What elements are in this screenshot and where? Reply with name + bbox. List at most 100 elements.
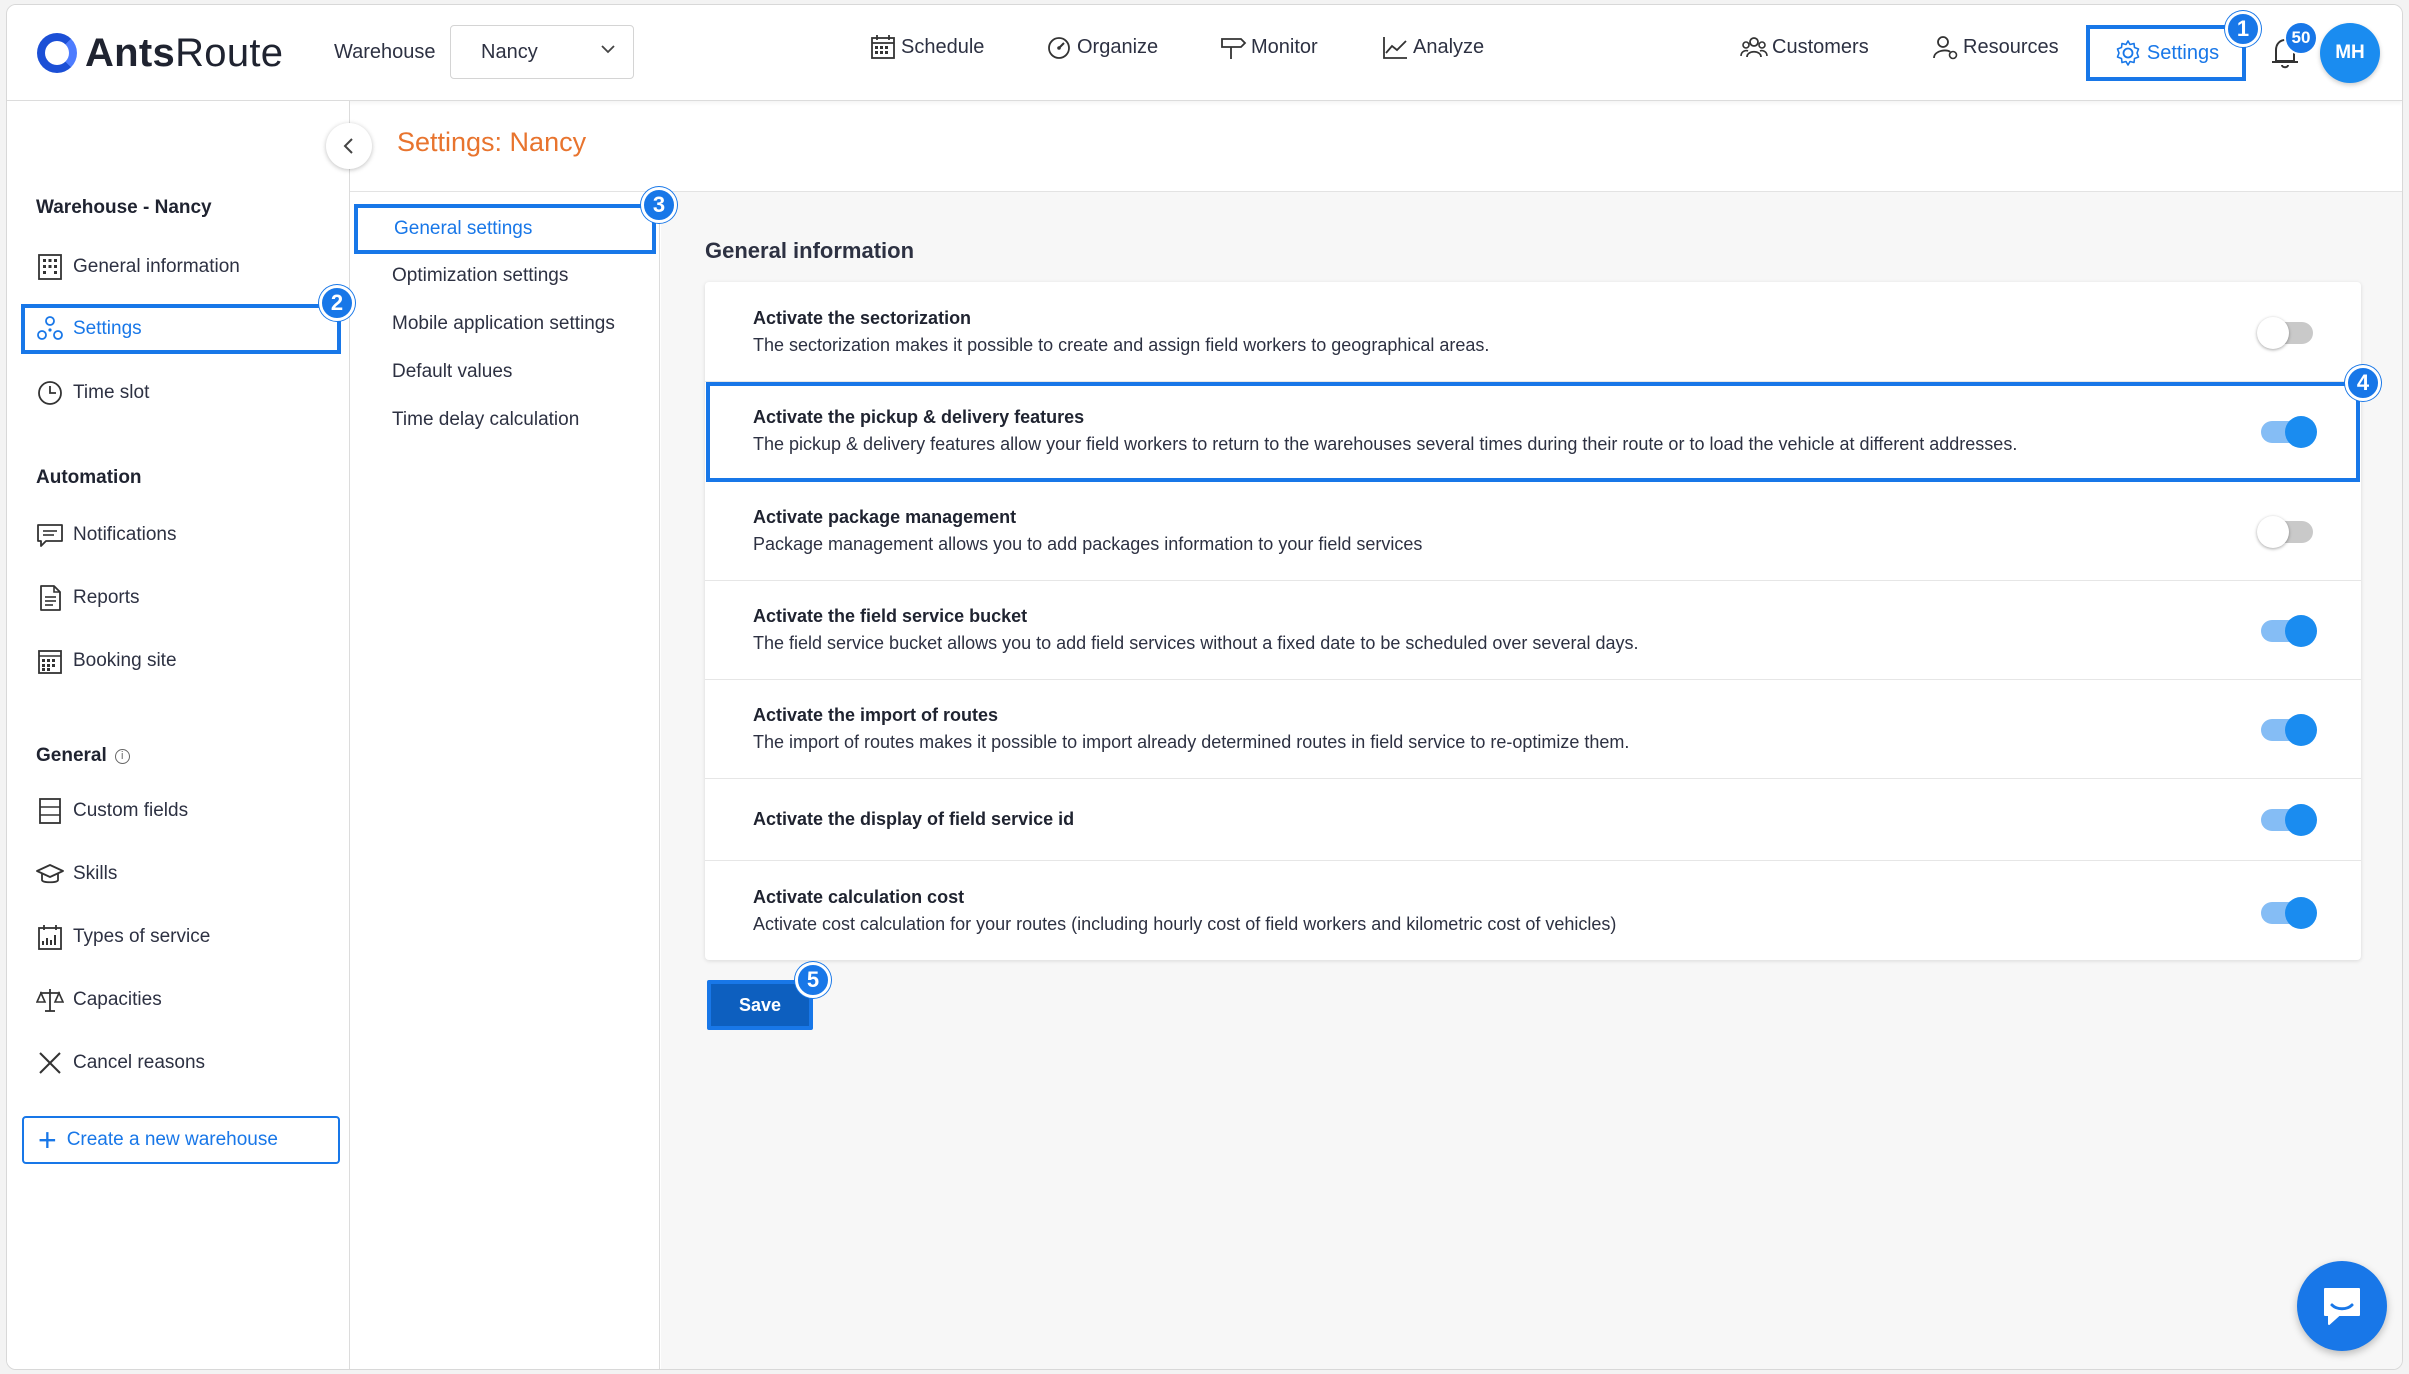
toggle-import-routes[interactable] [2261, 714, 2317, 746]
tab-optimization-settings[interactable]: Optimization settings [392, 265, 568, 287]
setting-title: Activate the field service bucket [753, 606, 1028, 626]
setting-title: Activate the import of routes [753, 705, 999, 725]
chevron-left-icon [343, 138, 353, 154]
graduation-cap-icon [35, 859, 65, 889]
step-marker-1: 1 [2225, 11, 2261, 47]
nav-settings[interactable]: Settings [2086, 25, 2246, 81]
warehouse-select-value: Nancy [481, 40, 538, 63]
setting-title: Activate calculation cost [753, 887, 965, 907]
setting-row-field-service-id: Activate the display of field service id [705, 779, 2361, 861]
tab-time-delay-calculation[interactable]: Time delay calculation [392, 409, 579, 431]
setting-title: Activate package management [753, 507, 1017, 527]
service-types-icon [35, 922, 65, 952]
setting-description: The pickup & delivery features allow you… [753, 434, 2018, 454]
setting-row-sectorization: Activate the sectorization The sectoriza… [705, 282, 2361, 382]
setting-description: The field service bucket allows you to a… [753, 633, 1639, 653]
building-icon [35, 252, 65, 282]
nav-resources[interactable]: Resources [1931, 33, 2059, 61]
nav-analyze[interactable]: Analyze [1381, 33, 1484, 61]
nav-organize[interactable]: Organize [1045, 33, 1158, 61]
sidebar-warehouse-title: Warehouse - Nancy [36, 197, 212, 218]
step-marker-2: 2 [319, 285, 355, 321]
setting-description: The import of routes makes it possible t… [753, 732, 1630, 752]
info-icon[interactable]: i [114, 748, 130, 764]
step-marker-3: 3 [641, 187, 677, 223]
tab-mobile-application-settings[interactable]: Mobile application settings [392, 313, 615, 335]
notification-badge: 50 [2284, 21, 2318, 55]
nav-schedule[interactable]: Schedule [869, 33, 984, 61]
settings-nodes-icon [35, 314, 65, 344]
tab-general-settings[interactable]: General settings [354, 204, 656, 254]
setting-title: Activate the pickup & delivery features [753, 407, 1085, 427]
sidebar-item-reports[interactable]: Reports [35, 578, 140, 618]
sidebar-item-notifications[interactable]: Notifications [35, 515, 177, 555]
top-bar: AntsRoute Warehouse Nancy Schedule Organ… [7, 5, 2402, 101]
signpost-icon [1219, 33, 1247, 61]
step-marker-5: 5 [795, 962, 831, 998]
sidebar-item-settings[interactable]: Settings [21, 304, 341, 354]
section-title: General information [705, 238, 915, 263]
sidebar-general-title: General i [36, 745, 130, 767]
setting-title: Activate the sectorization [753, 308, 972, 328]
scale-icon [35, 985, 65, 1015]
warehouse-label: Warehouse [334, 41, 436, 63]
toggle-sectorization[interactable] [2257, 317, 2313, 349]
toggle-field-service-id[interactable] [2261, 804, 2317, 836]
create-warehouse-button[interactable]: + Create a new warehouse [22, 1116, 340, 1164]
message-icon [35, 520, 65, 550]
nav-customers[interactable]: Customers [1740, 33, 1869, 61]
chat-bubble-icon [2324, 1288, 2360, 1325]
logo-icon [37, 33, 77, 73]
collapse-sidebar-button[interactable] [326, 123, 372, 169]
calendar-grid-icon [35, 646, 65, 676]
chevron-down-icon [599, 40, 617, 64]
tab-default-values[interactable]: Default values [392, 361, 512, 383]
setting-description: The sectorization makes it possible to c… [753, 335, 1490, 355]
main-content: General information Activate the sectori… [661, 192, 2402, 1369]
setting-row-package-management: Activate package management Package mana… [705, 482, 2361, 581]
nav-monitor[interactable]: Monitor [1219, 33, 1318, 61]
gauge-icon [1045, 33, 1073, 61]
setting-description: Package management allows you to add pac… [753, 534, 1423, 554]
gear-icon [2116, 40, 2140, 66]
sidebar-item-custom-fields[interactable]: Custom fields [35, 791, 188, 831]
avatar[interactable]: MH [2320, 23, 2380, 83]
setting-row-pickup-delivery: Activate the pickup & delivery features … [706, 382, 2360, 482]
step-marker-4: 4 [2345, 365, 2381, 401]
logo[interactable]: AntsRoute [37, 25, 283, 81]
sidebar-item-time-slot[interactable]: Time slot [35, 373, 149, 413]
plus-icon: + [38, 1122, 57, 1158]
sidebar-item-types-of-service[interactable]: Types of service [35, 917, 210, 957]
sidebar-automation-title: Automation [36, 467, 142, 488]
left-sidebar: Warehouse - Nancy General information Se… [7, 101, 350, 1369]
setting-title: Activate the display of field service id [753, 809, 1075, 829]
settings-card: Activate the sectorization The sectoriza… [705, 282, 2361, 960]
sidebar-item-skills[interactable]: Skills [35, 854, 117, 894]
toggle-calculation-cost[interactable] [2261, 897, 2317, 929]
sidebar-item-general-information[interactable]: General information [35, 247, 240, 287]
clock-icon [35, 378, 65, 408]
setting-row-calculation-cost: Activate calculation cost Activate cost … [705, 861, 2361, 960]
logo-text: AntsRoute [85, 30, 284, 75]
warehouse-select[interactable]: Nancy [450, 25, 634, 79]
fields-icon [35, 796, 65, 826]
resources-icon [1931, 33, 1959, 61]
close-icon [35, 1048, 65, 1078]
chat-button[interactable] [2297, 1261, 2387, 1351]
toggle-pickup-delivery[interactable] [2261, 416, 2317, 448]
setting-row-field-service-bucket: Activate the field service bucket The fi… [705, 581, 2361, 680]
setting-description: Activate cost calculation for your route… [753, 914, 1617, 934]
chart-icon [1381, 33, 1409, 61]
setting-row-import-routes: Activate the import of routes The import… [705, 680, 2361, 779]
app-window: AntsRoute Warehouse Nancy Schedule Organ… [6, 4, 2403, 1370]
customers-icon [1740, 33, 1768, 61]
calendar-icon [869, 33, 897, 61]
document-icon [35, 583, 65, 613]
sidebar-item-cancel-reasons[interactable]: Cancel reasons [35, 1043, 205, 1083]
page-title: Settings: Nancy [397, 127, 587, 157]
sidebar-item-capacities[interactable]: Capacities [35, 980, 162, 1020]
toggle-package-management[interactable] [2257, 516, 2313, 548]
settings-submenu: General settings Optimization settings M… [350, 192, 660, 1369]
sidebar-item-booking-site[interactable]: Booking site [35, 641, 177, 681]
toggle-field-service-bucket[interactable] [2261, 615, 2317, 647]
